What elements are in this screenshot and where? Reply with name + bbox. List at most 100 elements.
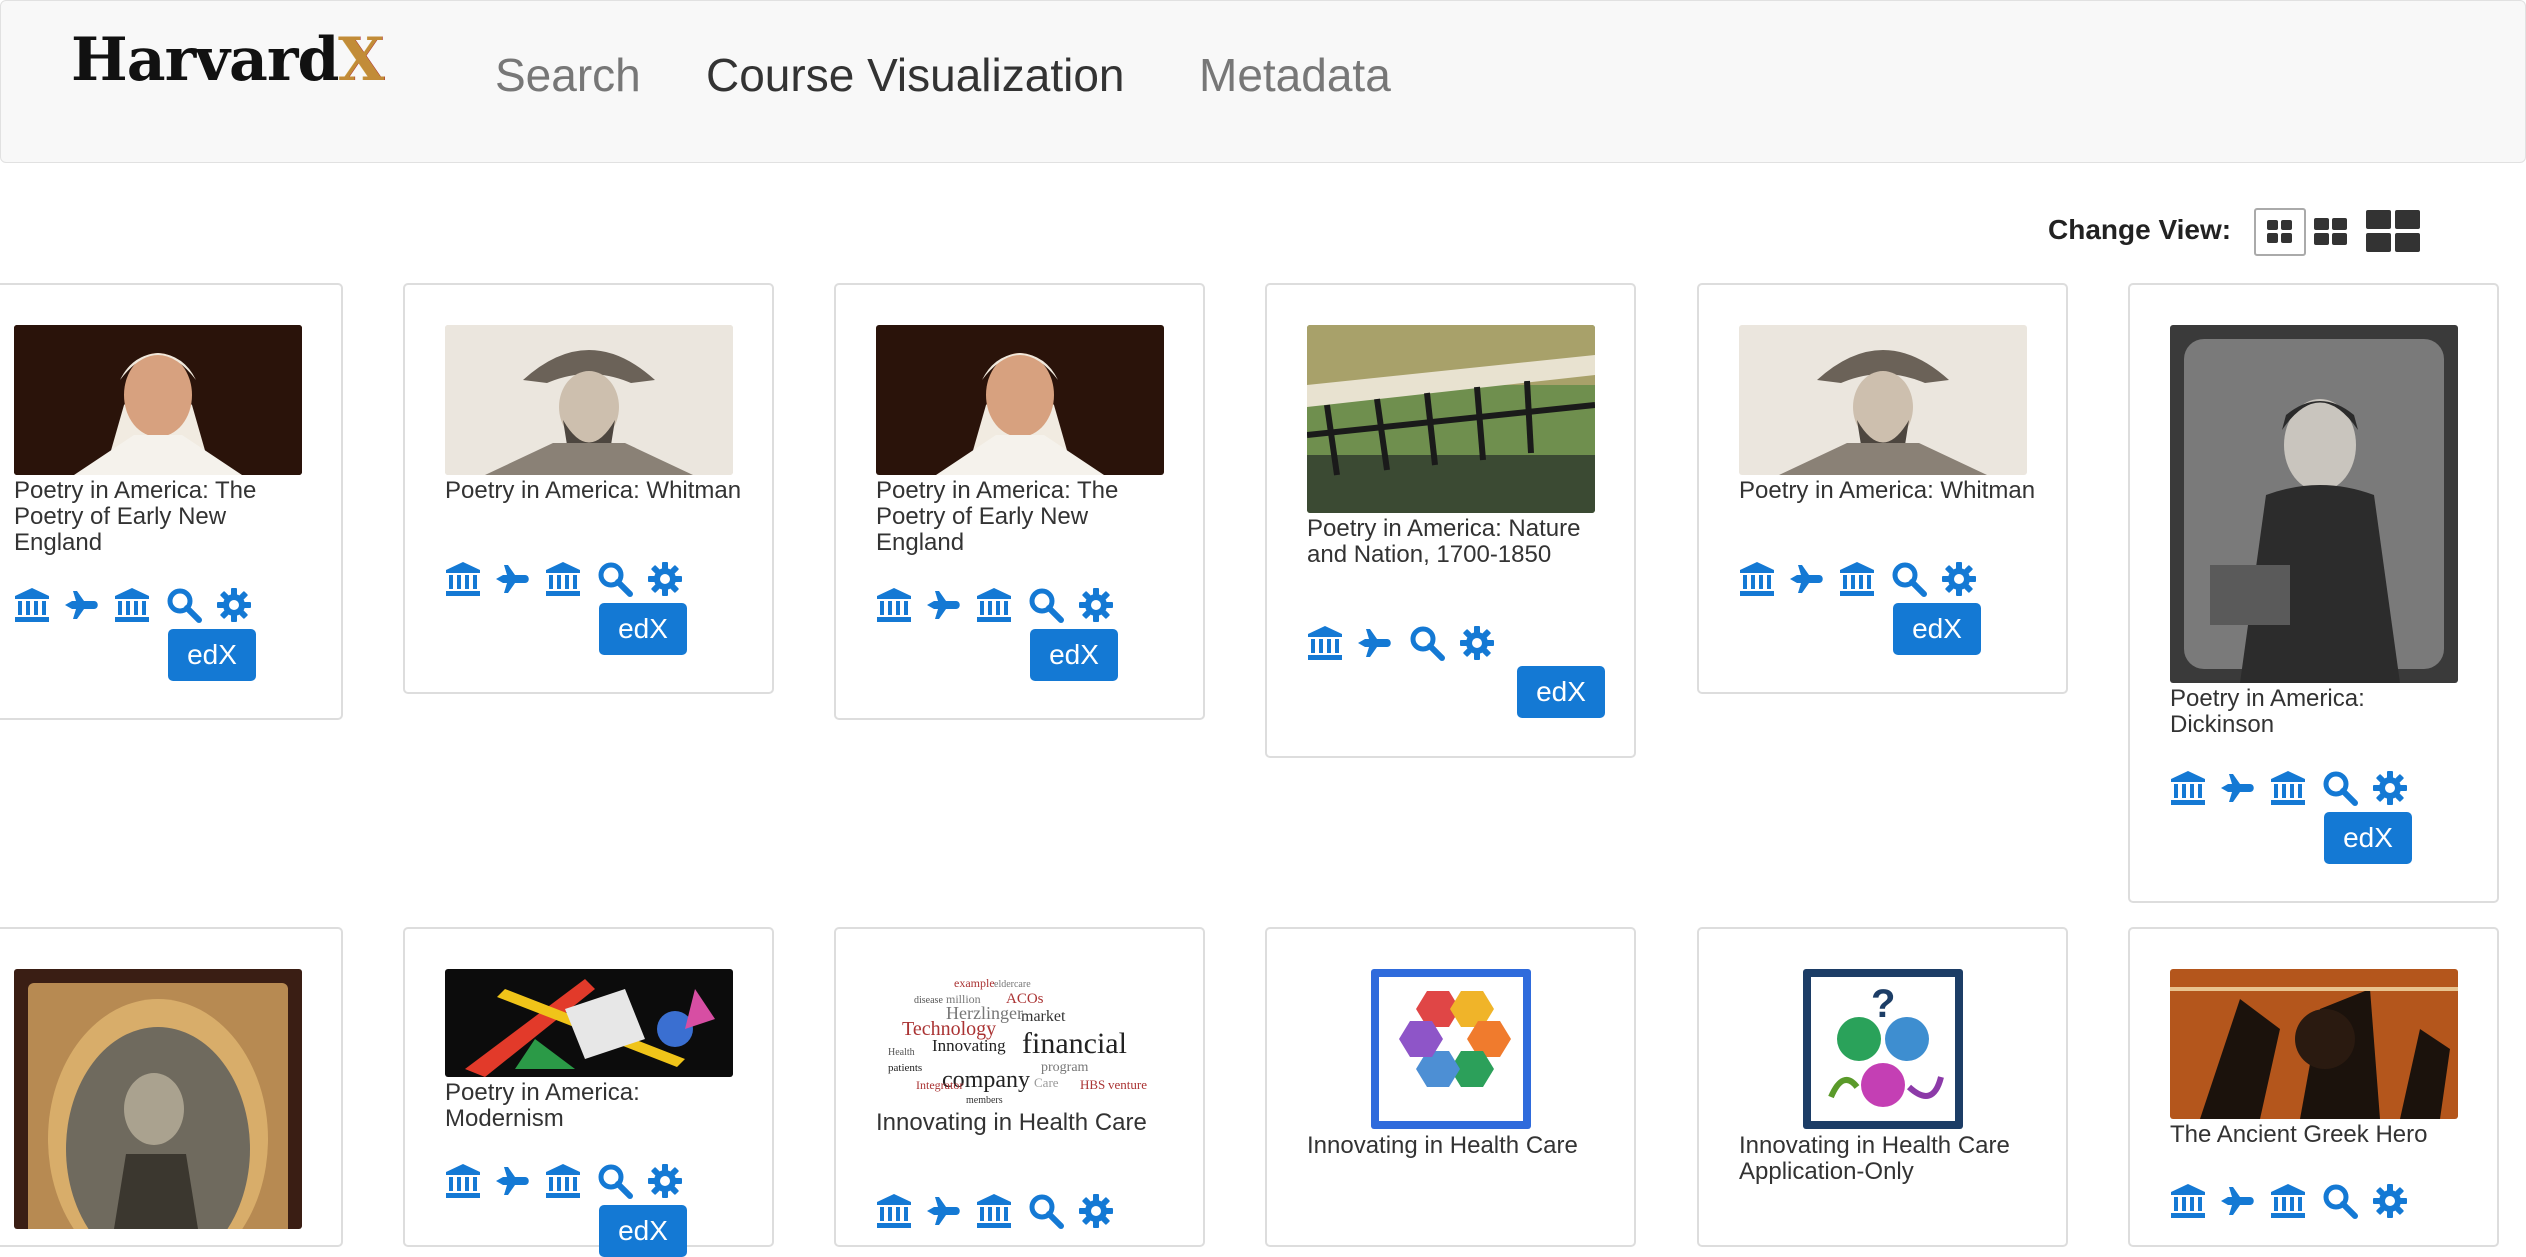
gear-icon[interactable] [1078, 1193, 1114, 1229]
course-card [0, 927, 343, 1247]
svg-text:Care: Care [1034, 1075, 1059, 1090]
course-title: Poetry in America: Modernism [445, 1079, 640, 1132]
plane-icon[interactable] [2220, 770, 2256, 806]
course-card: Poetry in America: Dickinson edX [2128, 283, 2499, 903]
svg-text:eldercare: eldercare [994, 979, 1031, 990]
svg-text:disease: disease [914, 995, 943, 1006]
institution-icon[interactable] [1739, 561, 1775, 597]
search-icon[interactable] [166, 587, 202, 623]
course-thumbnail[interactable] [1307, 325, 1595, 513]
gear-icon[interactable] [647, 1163, 683, 1199]
edx-button[interactable]: edX [1893, 603, 1981, 655]
course-title: Innovating in Health Care [1307, 1132, 1578, 1159]
course-thumbnail[interactable] [2170, 969, 2458, 1119]
view-medium-grid-button[interactable] [2310, 210, 2350, 250]
edx-button[interactable]: edX [599, 1205, 687, 1257]
search-icon[interactable] [1028, 1193, 1064, 1229]
svg-text:Health: Health [888, 1047, 915, 1058]
search-icon[interactable] [597, 561, 633, 597]
plane-icon[interactable] [926, 1193, 962, 1229]
institution-icon[interactable] [14, 587, 50, 623]
institution-icon[interactable] [1307, 625, 1343, 661]
plane-icon[interactable] [495, 1163, 531, 1199]
nav-metadata[interactable]: Metadata [1199, 45, 1391, 105]
svg-text:financial: financial [1022, 1027, 1127, 1060]
institution-icon[interactable] [976, 587, 1012, 623]
course-title: Innovating in Health Care [876, 1109, 1147, 1136]
course-card: Poetry in America: Whitman edX [1697, 283, 2068, 694]
harvardx-logo[interactable]: HarvardXX [71, 25, 385, 95]
search-icon[interactable] [1409, 625, 1445, 661]
course-thumbnail[interactable] [876, 325, 1164, 475]
svg-text:venture: venture [1108, 1077, 1147, 1092]
institution-icon[interactable] [976, 1193, 1012, 1229]
institution-icon[interactable] [445, 561, 481, 597]
course-title: Poetry in America: Whitman [445, 477, 742, 504]
course-card: Poetry in America: Nature and Nation, 17… [1265, 283, 1636, 758]
view-large-grid-button[interactable] [2364, 208, 2422, 254]
course-title: Poetry in America: The Poetry of Early N… [876, 477, 1119, 556]
course-card: Innovating in Health Care [1265, 927, 1636, 1247]
course-title: Poetry in America: Whitman [1739, 477, 2036, 504]
institution-icon[interactable] [2270, 770, 2306, 806]
view-small-grid-button[interactable] [2254, 208, 2306, 256]
course-thumbnail[interactable]: ? [1803, 969, 1963, 1129]
course-thumbnail[interactable] [14, 325, 302, 475]
svg-text:HBS: HBS [1080, 1077, 1105, 1092]
svg-text:members: members [966, 1095, 1003, 1106]
edx-button[interactable]: edX [2324, 812, 2412, 864]
gear-icon[interactable] [2372, 1183, 2408, 1219]
nav-course-visualization[interactable]: Course Visualization [706, 45, 1125, 105]
course-thumbnail[interactable] [445, 969, 733, 1077]
edx-button[interactable]: edX [168, 629, 256, 681]
plane-icon[interactable] [64, 587, 100, 623]
search-icon[interactable] [2322, 770, 2358, 806]
institution-icon[interactable] [445, 1163, 481, 1199]
svg-text:Integrator: Integrator [916, 1078, 963, 1092]
edx-button[interactable]: edX [1517, 666, 1605, 718]
institution-icon[interactable] [2170, 1183, 2206, 1219]
edx-button[interactable]: edX [599, 603, 687, 655]
course-thumbnail[interactable] [1371, 969, 1531, 1129]
search-icon[interactable] [1891, 561, 1927, 597]
plane-icon[interactable] [495, 561, 531, 597]
institution-icon[interactable] [545, 561, 581, 597]
gear-icon[interactable] [216, 587, 252, 623]
logo-text: Harvard [71, 25, 339, 95]
institution-icon[interactable] [2270, 1183, 2306, 1219]
gear-icon[interactable] [2372, 770, 2408, 806]
course-card: Poetry in America: Whitman edX [403, 283, 774, 694]
institution-icon[interactable] [545, 1163, 581, 1199]
course-title: The Ancient Greek Hero [2170, 1121, 2428, 1148]
search-icon[interactable] [2322, 1183, 2358, 1219]
course-thumbnail[interactable] [2170, 325, 2458, 683]
gear-icon[interactable] [1459, 625, 1495, 661]
plane-icon[interactable] [2220, 1183, 2256, 1219]
institution-icon[interactable] [876, 1193, 912, 1229]
institution-icon[interactable] [876, 587, 912, 623]
course-card: example eldercare disease ACOs million H… [834, 927, 1205, 1247]
institution-icon[interactable] [1839, 561, 1875, 597]
svg-text:program: program [1041, 1060, 1089, 1075]
course-thumbnail[interactable] [14, 969, 302, 1229]
course-card: ? Innovating in Health Care Application-… [1697, 927, 2068, 1247]
course-card: Poetry in America: Modernism edX [403, 927, 774, 1257]
plane-icon[interactable] [1357, 625, 1393, 661]
search-icon[interactable] [597, 1163, 633, 1199]
gear-icon[interactable] [1078, 587, 1114, 623]
nav-search[interactable]: Search [495, 45, 641, 105]
course-card: The Ancient Greek Hero [2128, 927, 2499, 1247]
course-thumbnail[interactable] [445, 325, 733, 475]
search-icon[interactable] [1028, 587, 1064, 623]
course-card: Poetry in America: The Poetry of Early N… [0, 283, 343, 720]
gear-icon[interactable] [1941, 561, 1977, 597]
gear-icon[interactable] [647, 561, 683, 597]
course-thumbnail[interactable]: example eldercare disease ACOs million H… [876, 969, 1164, 1109]
edx-button[interactable]: edX [1030, 629, 1118, 681]
institution-icon[interactable] [114, 587, 150, 623]
svg-text:patients: patients [888, 1062, 922, 1074]
course-thumbnail[interactable] [1739, 325, 2027, 475]
plane-icon[interactable] [926, 587, 962, 623]
institution-icon[interactable] [2170, 770, 2206, 806]
plane-icon[interactable] [1789, 561, 1825, 597]
